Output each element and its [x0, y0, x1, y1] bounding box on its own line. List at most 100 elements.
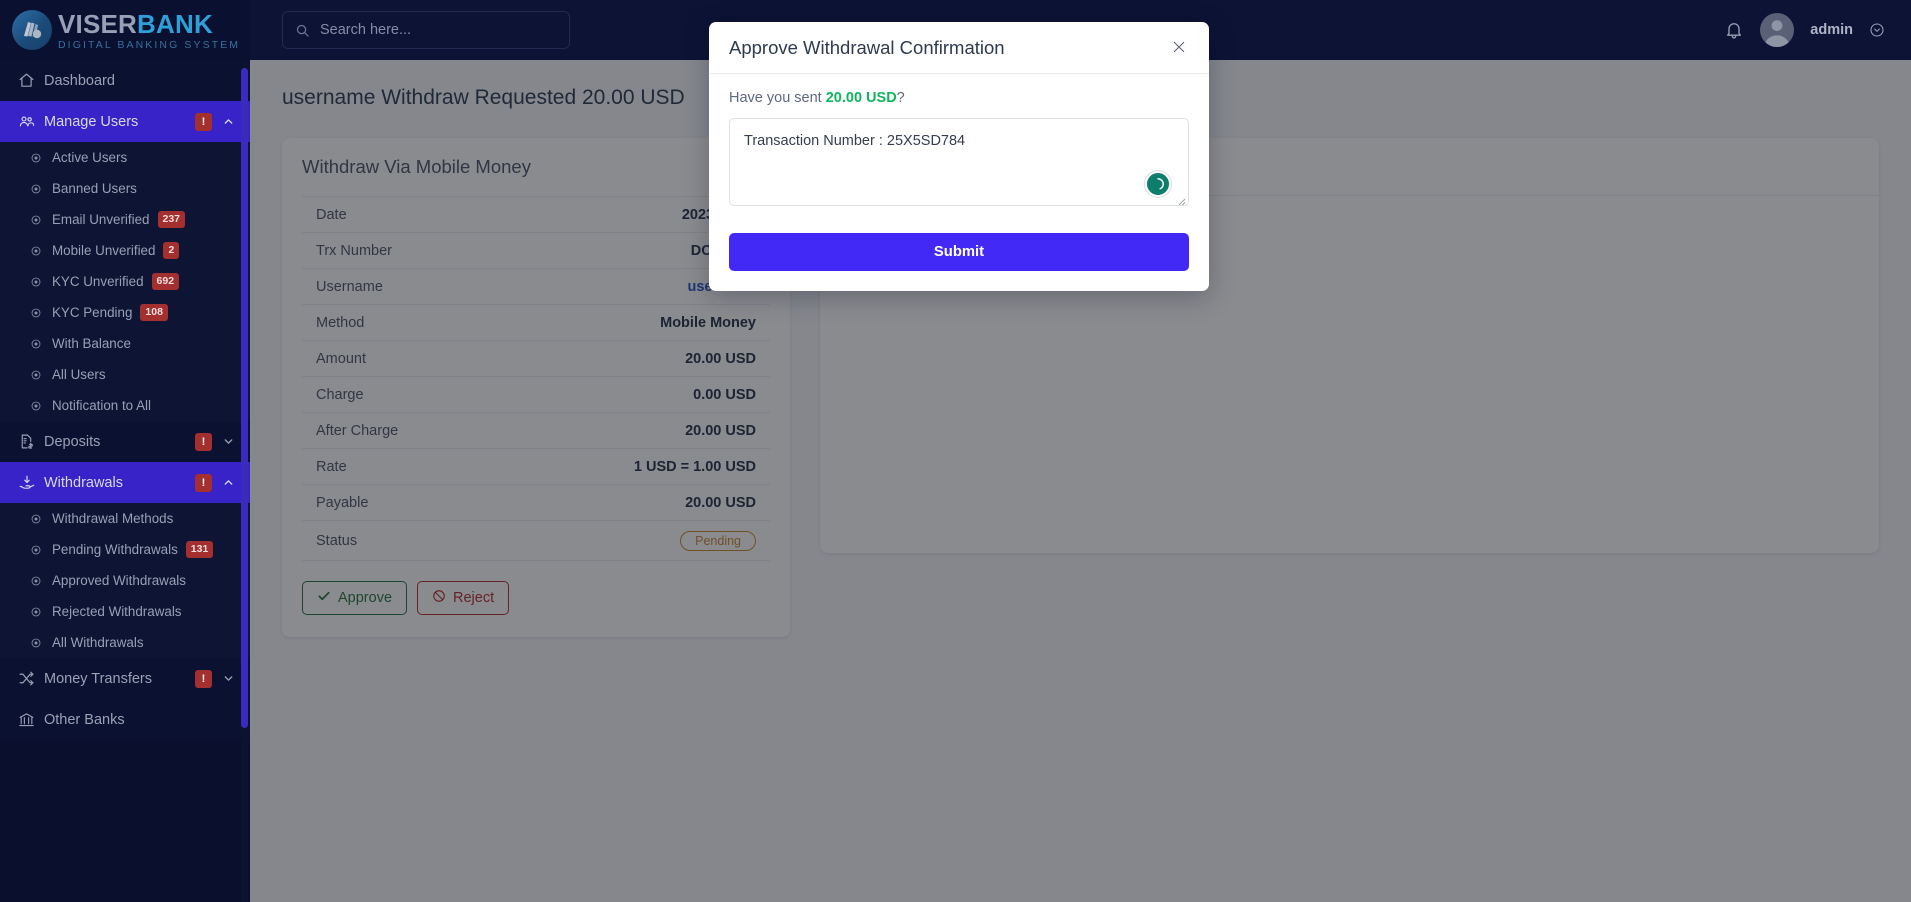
sidebar-sub-label: Email Unverified	[52, 212, 150, 227]
circle-dot-icon	[30, 183, 52, 195]
sidebar-item-label: Money Transfers	[44, 670, 152, 687]
home-icon	[18, 72, 44, 89]
circle-dot-icon	[30, 544, 52, 556]
sidebar-sub-label: Mobile Unverified	[52, 243, 156, 258]
circle-dot-icon	[30, 513, 52, 525]
sidebar-sub-label: Approved Withdrawals	[52, 573, 186, 588]
modal-header: Approve Withdrawal Confirmation	[709, 22, 1209, 74]
document-dollar-icon	[18, 433, 44, 450]
count-badge: 237	[157, 211, 186, 228]
sidebar-item-active-users[interactable]: Active Users	[0, 142, 250, 173]
user-name: admin	[1810, 22, 1853, 38]
sidebar-item-dashboard[interactable]: Dashboard	[0, 60, 250, 101]
question-suffix: ?	[896, 90, 905, 106]
transaction-details-textarea[interactable]	[729, 118, 1189, 206]
sidebar-item-email-unverified[interactable]: Email Unverified 237	[0, 204, 250, 235]
sidebar-sub-label: All Withdrawals	[52, 635, 144, 650]
circle-dot-icon	[30, 152, 52, 164]
navbar-right: admin	[1724, 13, 1911, 47]
sidebar-item-money-transfers[interactable]: Money Transfers !	[0, 658, 250, 699]
sidebar-item-deposits[interactable]: Deposits !	[0, 421, 250, 462]
submenu-withdrawals: Withdrawal Methods Pending Withdrawals 1…	[0, 503, 250, 658]
search-box[interactable]	[282, 11, 570, 49]
modal-body: Have you sent 20.00 USD?	[709, 74, 1209, 229]
chevron-up-icon[interactable]	[220, 476, 236, 489]
sidebar-sub-label: Rejected Withdrawals	[52, 604, 182, 619]
sidebar-item-label: Manage Users	[44, 113, 139, 130]
chevron-up-icon[interactable]	[220, 115, 236, 128]
withdraw-hand-icon	[18, 474, 44, 492]
circle-dot-icon	[30, 575, 52, 587]
sidebar-item-banned-users[interactable]: Banned Users	[0, 173, 250, 204]
submenu-manage-users: Active Users Banned Users Email Unverifi…	[0, 142, 250, 421]
sidebar-item-label: Withdrawals	[44, 474, 123, 491]
circle-dot-icon	[30, 276, 52, 288]
sidebar-item-withdrawal-methods[interactable]: Withdrawal Methods	[0, 503, 250, 534]
sidebar-item-pending-withdrawals[interactable]: Pending Withdrawals 131	[0, 534, 250, 565]
sidebar-sub-label: With Balance	[52, 336, 131, 351]
avatar[interactable]	[1760, 13, 1795, 47]
close-icon[interactable]	[1163, 37, 1189, 59]
sidebar-item-approved-withdrawals[interactable]: Approved Withdrawals	[0, 565, 250, 596]
alert-badge: !	[195, 669, 212, 688]
chevron-down-circle-icon[interactable]	[1869, 22, 1885, 38]
question-amount: 20.00 USD	[825, 90, 897, 106]
brand-name: VISERBANK	[58, 9, 213, 40]
sidebar-item-mobile-unverified[interactable]: Mobile Unverified 2	[0, 235, 250, 266]
sidebar-sub-label: KYC Unverified	[52, 274, 144, 289]
sidebar-item-kyc-unverified[interactable]: KYC Unverified 692	[0, 266, 250, 297]
count-badge: 2	[163, 242, 180, 259]
bank-card-stack-icon	[12, 10, 52, 50]
modal-title: Approve Withdrawal Confirmation	[729, 37, 1005, 58]
sidebar-scrollbar-thumb[interactable]	[241, 68, 248, 728]
search-icon	[295, 23, 310, 38]
alert-badge: !	[195, 473, 212, 492]
sidebar-sub-label: All Users	[52, 367, 106, 382]
sidebar-item-manage-users[interactable]: Manage Users !	[0, 101, 250, 142]
circle-dot-icon	[30, 245, 52, 257]
count-badge: 692	[151, 273, 180, 290]
alert-badge: !	[195, 112, 212, 131]
sidebar-item-label: Other Banks	[44, 711, 125, 728]
sidebar-item-all-users[interactable]: All Users	[0, 359, 250, 390]
brand-logo[interactable]: VISERBANK DIGITAL BANKING SYSTEM	[0, 0, 250, 60]
sidebar-sub-label: Notification to All	[52, 398, 151, 413]
circle-dot-icon	[30, 307, 52, 319]
bell-icon[interactable]	[1724, 20, 1744, 40]
sidebar: VISERBANK DIGITAL BANKING SYSTEM Dashboa…	[0, 0, 250, 902]
count-badge: 131	[185, 541, 214, 558]
brand-tagline: DIGITAL BANKING SYSTEM	[58, 39, 241, 52]
alert-badge: !	[195, 432, 212, 451]
sidebar-item-kyc-pending[interactable]: KYC Pending 108	[0, 297, 250, 328]
sidebar-sub-label: Banned Users	[52, 181, 137, 196]
circle-dot-icon	[30, 400, 52, 412]
modal-question: Have you sent 20.00 USD?	[729, 90, 1189, 106]
sidebar-sub-label: Active Users	[52, 150, 128, 165]
sidebar-item-other-banks[interactable]: Other Banks	[0, 699, 250, 740]
chevron-down-icon[interactable]	[220, 435, 236, 448]
search-input[interactable]	[320, 22, 557, 38]
circle-dot-icon	[30, 606, 52, 618]
bank-building-icon	[18, 711, 44, 728]
sidebar-item-with-balance[interactable]: With Balance	[0, 328, 250, 359]
sidebar-item-rejected-withdrawals[interactable]: Rejected Withdrawals	[0, 596, 250, 627]
sidebar-item-withdrawals[interactable]: Withdrawals !	[0, 462, 250, 503]
circle-dot-icon	[30, 338, 52, 350]
question-prefix: Have you sent	[729, 90, 826, 106]
circle-dot-icon	[30, 369, 52, 381]
chevron-down-icon[interactable]	[220, 672, 236, 685]
users-group-icon	[18, 113, 44, 131]
sidebar-item-notification-to-all[interactable]: Notification to All	[0, 390, 250, 421]
sidebar-sub-label: Pending Withdrawals	[52, 542, 178, 557]
shuffle-arrows-icon	[18, 670, 44, 687]
submit-button[interactable]: Submit	[729, 233, 1189, 271]
sidebar-sub-label: Withdrawal Methods	[52, 511, 174, 526]
loading-spinner-icon	[1145, 171, 1171, 197]
textarea-wrapper	[729, 118, 1189, 211]
modal-footer: Submit	[709, 229, 1209, 291]
count-badge: 108	[140, 304, 168, 321]
approve-withdrawal-modal: Approve Withdrawal Confirmation Have you…	[709, 22, 1209, 291]
sidebar-item-all-withdrawals[interactable]: All Withdrawals	[0, 627, 250, 658]
circle-dot-icon	[30, 637, 52, 649]
sidebar-item-label: Deposits	[44, 433, 101, 450]
